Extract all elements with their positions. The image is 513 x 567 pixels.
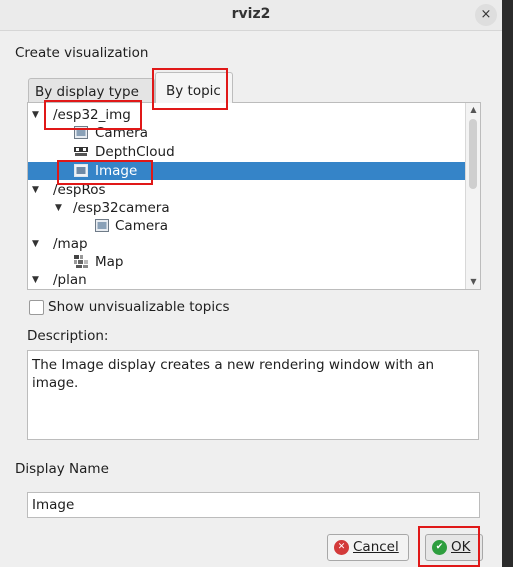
tree-row-depthcloud[interactable]: DepthCloud — [28, 143, 465, 161]
tab-by-display-type[interactable]: By display type — [28, 78, 155, 102]
tree-row-label: Image — [95, 163, 138, 179]
scroll-up-icon[interactable]: ▲ — [466, 103, 480, 117]
scroll-down-icon[interactable]: ▼ — [466, 275, 480, 289]
tree-row-label: Camera — [95, 125, 148, 141]
tree-row-topic-plan[interactable]: ▼ /plan — [28, 271, 465, 289]
expand-arrow-icon[interactable]: ▼ — [32, 271, 39, 289]
image-display-icon — [74, 164, 88, 177]
description-text: The Image display creates a new renderin… — [27, 350, 479, 440]
tree-row-map[interactable]: Map — [28, 253, 465, 271]
depthcloud-display-icon — [74, 147, 88, 156]
expand-arrow-icon[interactable]: ▼ — [55, 199, 62, 217]
scrollbar-thumb[interactable] — [469, 119, 477, 189]
create-visualization-dialog: rviz2 × Create visualization By display … — [0, 0, 502, 567]
display-name-label: Display Name — [15, 461, 109, 477]
tree-row-label: /map — [53, 236, 88, 252]
cancel-button[interactable]: ✕ Cancel — [327, 534, 409, 561]
description-label: Description: — [27, 328, 109, 344]
tree-row-topic-espros[interactable]: ▼ /espRos — [28, 181, 465, 199]
title-bar: rviz2 × — [0, 0, 502, 31]
tree-row-image-selected[interactable]: Image — [28, 162, 465, 180]
tree-row-camera[interactable]: Camera — [28, 124, 465, 142]
window-title: rviz2 — [231, 6, 271, 22]
tree-row-label: /plan — [53, 272, 87, 288]
tree-scrollbar[interactable]: ▲ ▼ — [465, 103, 480, 289]
expand-arrow-icon[interactable]: ▼ — [32, 106, 39, 124]
checkmark-icon: ✔ — [432, 540, 447, 555]
tree-row-topic-esp32-img[interactable]: ▼ /esp32_img — [28, 106, 465, 124]
expand-arrow-icon[interactable]: ▼ — [32, 181, 39, 199]
tree-row-label: Camera — [115, 218, 168, 234]
camera-display-icon — [95, 219, 109, 232]
expand-arrow-icon[interactable]: ▼ — [32, 235, 39, 253]
tree-row-label: /esp32_img — [53, 107, 131, 123]
camera-display-icon — [74, 126, 88, 139]
show-unvisualizable-checkbox[interactable] — [29, 300, 44, 315]
tree-row-label: DepthCloud — [95, 144, 175, 160]
tree-row-topic-esp32camera[interactable]: ▼ /esp32camera — [28, 199, 465, 217]
map-display-icon — [74, 255, 88, 268]
tree-row-label: Map — [95, 254, 124, 270]
tree-row-topic-map[interactable]: ▼ /map — [28, 235, 465, 253]
show-unvisualizable-label[interactable]: Show unvisualizable topics — [48, 299, 230, 315]
ok-button[interactable]: ✔ OK — [425, 534, 483, 561]
tree-row-camera[interactable]: Camera — [28, 217, 465, 235]
tree-row-label: /espRos — [53, 182, 106, 198]
cancel-icon: ✕ — [334, 540, 349, 555]
create-visualization-label: Create visualization — [15, 45, 149, 61]
tree-row-label: /esp32camera — [73, 200, 170, 216]
close-button[interactable]: × — [475, 4, 497, 26]
display-name-input[interactable] — [27, 492, 480, 518]
topic-tree[interactable]: ▼ /esp32_img Camera DepthCloud Image ▼ /… — [27, 102, 481, 290]
tab-by-topic[interactable]: By topic — [155, 72, 233, 103]
